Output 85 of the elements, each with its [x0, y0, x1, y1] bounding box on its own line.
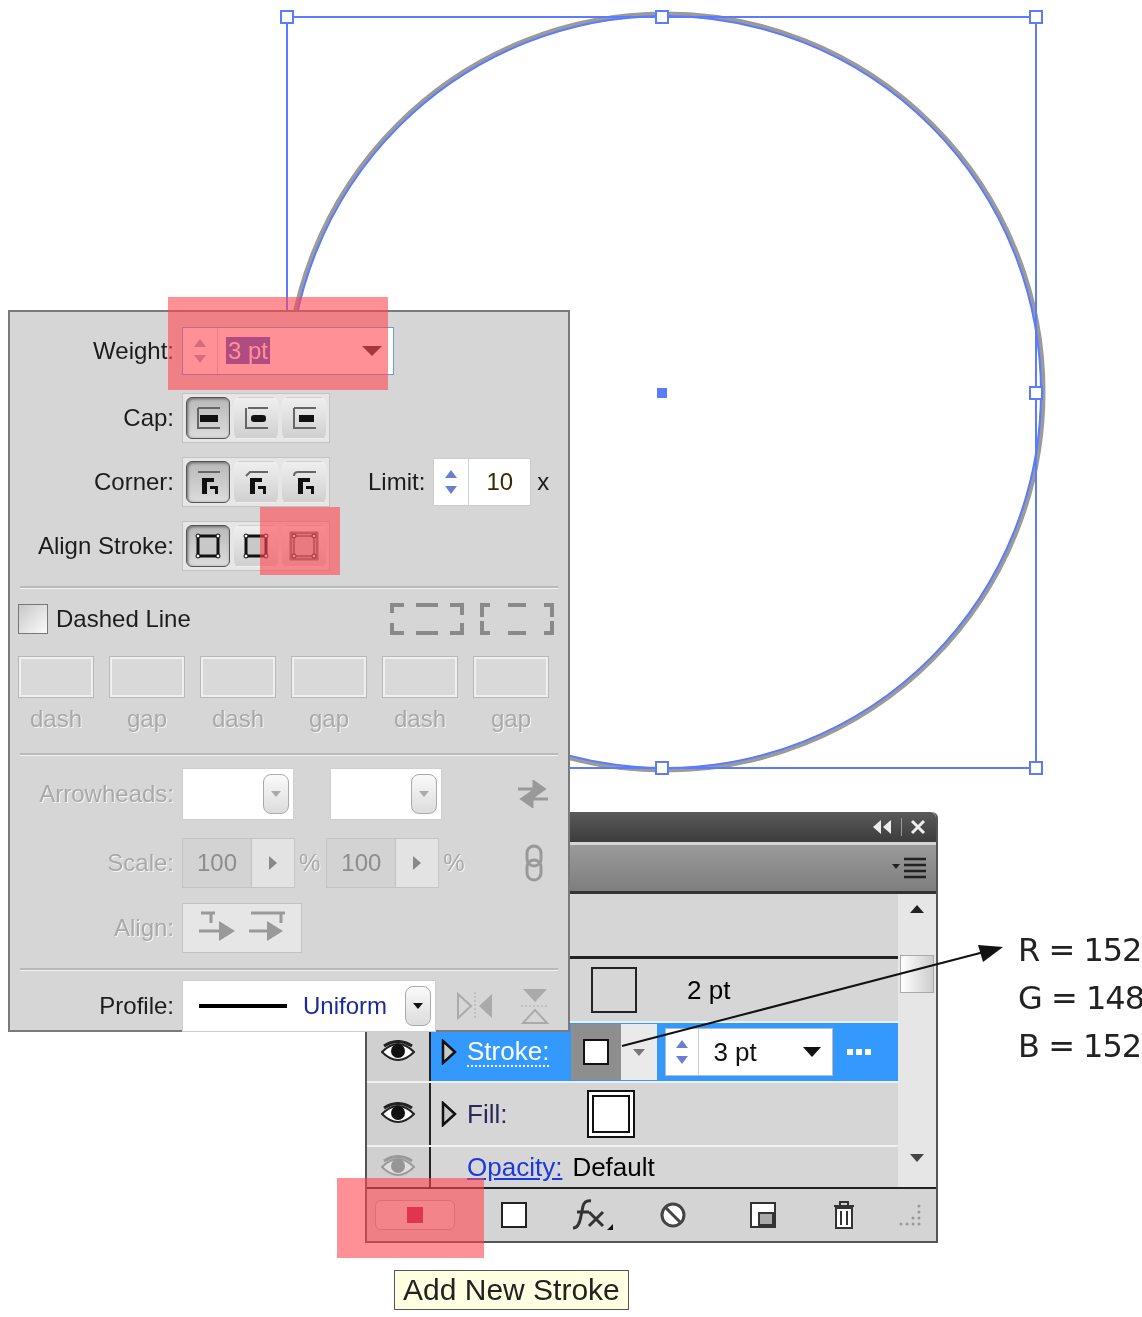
opacity-value: Default [572, 1151, 655, 1183]
cap-label: Cap: [122, 404, 174, 432]
corner-icon [290, 468, 318, 496]
play-arrow-icon [268, 855, 278, 871]
panel-menu-icon[interactable] [892, 856, 926, 880]
dash-field[interactable] [109, 656, 185, 698]
resize-handle[interactable] [280, 10, 294, 24]
expand-triangle-icon[interactable] [441, 1101, 457, 1127]
scroll-up-icon[interactable] [909, 904, 925, 914]
limit-field[interactable]: 10 [433, 458, 532, 506]
close-icon[interactable] [910, 819, 926, 835]
align-stroke-icon [193, 531, 223, 561]
resize-handle[interactable] [1029, 386, 1043, 400]
profile-dropdown[interactable]: Uniform [182, 980, 436, 1032]
rgb-value-text: B = 152 [1018, 1026, 1142, 1067]
eye-icon[interactable] [381, 1040, 415, 1064]
dash-ends-icon[interactable] [480, 603, 554, 635]
dropdown-caret-icon[interactable] [361, 345, 383, 357]
weight-label: Weight: [92, 337, 174, 365]
profile-label: Profile: [98, 992, 174, 1020]
caret-icon [802, 1046, 823, 1058]
align-stroke-label: Align Stroke: [36, 532, 174, 560]
clear-icon[interactable] [659, 1201, 687, 1229]
align-stroke-icon [241, 531, 271, 561]
resize-grip-icon[interactable] [897, 1202, 923, 1228]
trash-icon[interactable] [831, 1199, 857, 1231]
caret-icon [418, 790, 430, 798]
percent-label: % [299, 849, 321, 877]
eye-icon[interactable] [381, 1102, 415, 1126]
square-icon [406, 1206, 424, 1224]
collapse-icon[interactable] [871, 819, 893, 835]
dash-field[interactable] [18, 656, 94, 698]
corner-button[interactable] [234, 461, 278, 503]
tooltip: Add New Stroke [394, 1270, 629, 1310]
expand-triangle-icon[interactable] [441, 1039, 457, 1065]
swap-arrows-icon[interactable] [516, 780, 550, 808]
scrollbar[interactable] [898, 894, 936, 1187]
dash-field[interactable] [200, 656, 276, 698]
align-stroke-button[interactable] [186, 525, 230, 567]
resize-handle[interactable] [1029, 761, 1043, 775]
opacity-link[interactable]: Opacity: [467, 1151, 563, 1183]
stroke-weight-field[interactable]: 3 pt [665, 1028, 834, 1076]
more-dots-icon[interactable] [847, 1049, 872, 1055]
appearance-row[interactable]: Stroke: 3 pt [367, 1023, 898, 1083]
add-fill-icon[interactable] [501, 1202, 527, 1228]
corner-label: Corner: [92, 468, 174, 496]
scroll-down-icon[interactable] [909, 1153, 925, 1163]
cap-button[interactable] [186, 397, 230, 439]
stroke-swatch[interactable] [591, 967, 637, 1013]
caret-icon [632, 1047, 647, 1057]
align-stroke-icon [289, 531, 319, 561]
align-stroke-button[interactable] [234, 525, 278, 567]
scrollbar-thumb[interactable] [900, 954, 934, 993]
cap-icon [194, 404, 222, 432]
stroke-swatch[interactable] [571, 1024, 622, 1080]
stroke-weight-text: 2 pt [687, 974, 731, 1006]
corner-button[interactable] [282, 461, 326, 503]
swatch-dropdown[interactable] [621, 1024, 658, 1080]
link-icon[interactable] [524, 844, 544, 882]
resize-handle[interactable] [655, 10, 669, 24]
duplicate-icon[interactable] [749, 1201, 777, 1229]
fill-swatch[interactable] [587, 1090, 636, 1138]
limit-label: Limit: [368, 468, 426, 496]
dash-field[interactable] [473, 656, 549, 698]
dashed-line-checkbox[interactable] [18, 604, 48, 634]
dash-field[interactable] [291, 656, 367, 698]
dashed-line-label: Dashed Line [56, 605, 191, 633]
cap-icon [242, 404, 270, 432]
appearance-row[interactable]: Fill: [367, 1083, 898, 1147]
dash-corners-icon[interactable] [390, 603, 464, 635]
rgb-value-text: R = 152 [1018, 930, 1142, 971]
cap-button[interactable] [234, 397, 278, 439]
resize-handle[interactable] [655, 761, 669, 775]
percent-label: % [443, 849, 465, 877]
play-arrow-icon [412, 855, 423, 871]
rgb-value-text: G = 148 [1018, 978, 1142, 1019]
cap-icon [290, 404, 318, 432]
caret-icon [270, 790, 282, 798]
limit-unit: x [537, 468, 550, 496]
resize-handle[interactable] [1029, 10, 1043, 24]
cap-button[interactable] [282, 397, 326, 439]
corner-button[interactable] [186, 461, 230, 503]
caret-icon [412, 1002, 424, 1010]
dash-field[interactable] [382, 656, 458, 698]
fill-link[interactable]: Fill: [467, 1098, 508, 1130]
